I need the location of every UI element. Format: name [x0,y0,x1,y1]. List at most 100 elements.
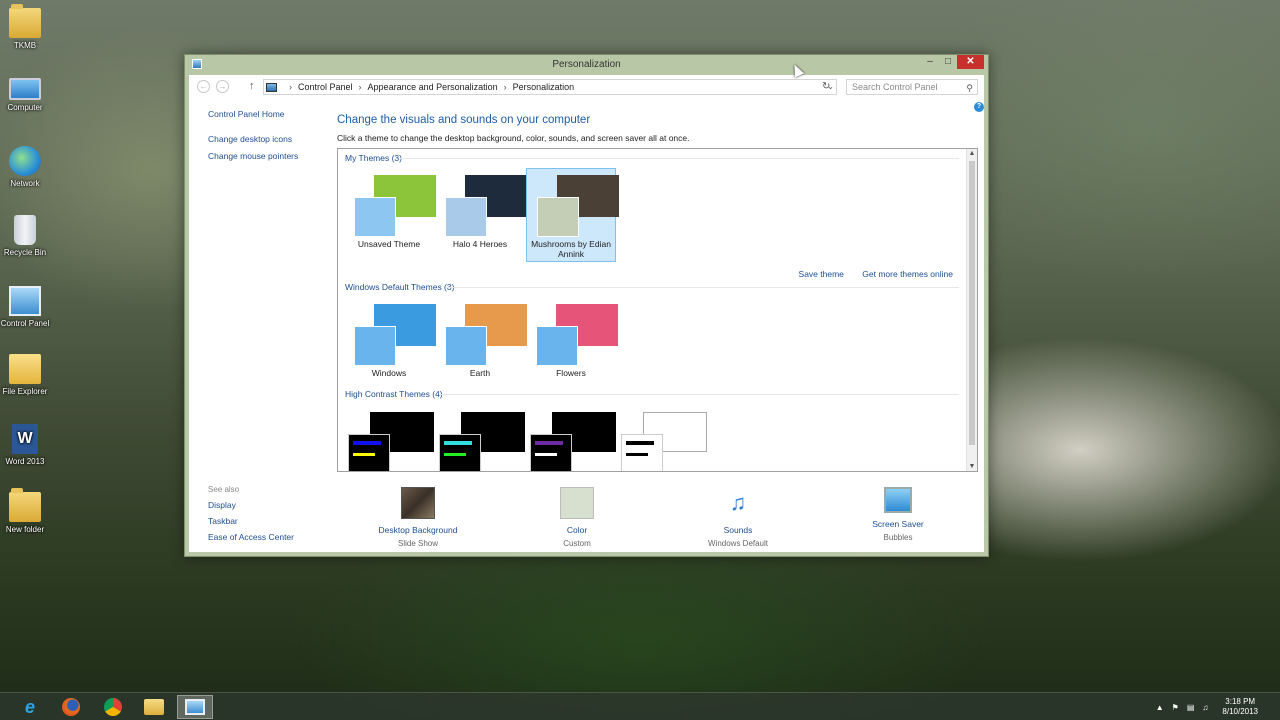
sounds-value: Windows Default [707,539,769,548]
breadcrumb-personalization[interactable]: Personalization [513,82,575,92]
address-bar[interactable]: › Control Panel › Appearance and Persona… [263,79,837,95]
maximize-button[interactable]: □ [937,55,959,69]
theme-high-contrast-2[interactable] [439,412,525,471]
link-display[interactable]: Display [208,500,294,510]
color-setting[interactable]: Color Custom [497,487,657,548]
window-content: ← → ↑ › Control Panel › Appearance and P… [189,75,984,552]
help-icon[interactable]: ? [974,102,984,112]
desktop-icon-tkmb[interactable]: TKMB [0,4,50,50]
folder-icon [9,4,41,38]
left-pane: Control Panel Home Change desktop icons … [208,109,338,161]
breadcrumb-appearance[interactable]: Appearance and Personalization [368,82,498,92]
screen-saver-setting[interactable]: Screen Saver Bubbles [818,487,978,542]
theme-earth[interactable]: Earth [435,298,527,392]
chevron-right-icon: › [289,82,292,92]
file-explorer-glyph [144,699,164,715]
theme-thumbnail [536,304,618,366]
title-bar-preview [444,441,472,445]
file-explorer-icon [9,354,41,384]
theme-flowers[interactable]: Flowers [526,298,618,392]
screen-saver-value: Bubbles [883,533,913,542]
theme-mushrooms[interactable]: Mushrooms by Edian Annink [526,168,619,262]
text-preview [535,453,557,456]
desktop-icon-word[interactable]: W Word 2013 [0,424,50,466]
control-panel-icon[interactable] [177,695,213,719]
section-default-themes: Windows Default Themes (3) [345,282,455,292]
theme-halo-4-heroes[interactable]: Halo 4 Heroes [435,169,527,263]
theme-links: Save theme Get more themes online [783,269,953,279]
section-my-themes: My Themes (3) [345,153,402,163]
desktop-icon-recycle-bin[interactable]: Recycle Bin [0,215,50,257]
show-hidden-icons-icon[interactable]: ▲ [1156,703,1164,712]
desktop-icon-control-panel[interactable]: Control Panel [0,286,50,328]
scroll-up-icon[interactable]: ▲ [967,150,977,157]
scroll-down-icon[interactable]: ▼ [967,463,977,470]
volume-icon[interactable]: ♫ [1202,703,1208,712]
sounds-setting[interactable]: ♫ Sounds Windows Default [658,487,818,548]
firefox-icon[interactable] [53,695,89,719]
network-icon[interactable]: ▤ [1187,703,1195,712]
desktop-background-label[interactable]: Desktop Background [338,525,498,535]
section-high-contrast: High Contrast Themes (4) [345,389,443,399]
search-icon[interactable]: ⚲ [966,81,973,95]
link-control-panel-home[interactable]: Control Panel Home [208,109,338,119]
search-input[interactable]: Search Control Panel ⚲ [846,79,978,95]
theme-color-preview [537,197,579,237]
up-button[interactable]: ↑ [249,80,255,92]
folder-icon [9,488,41,522]
theme-thumbnail [354,175,436,237]
theme-high-contrast-white[interactable] [621,412,707,471]
firefox-glyph [62,698,80,716]
theme-unsaved[interactable]: Unsaved Theme [344,169,436,263]
link-change-mouse-pointers[interactable]: Change mouse pointers [208,151,338,161]
desktop-icon-computer[interactable]: Computer [0,78,50,112]
theme-high-contrast-1[interactable] [348,412,434,471]
desktop-background-setting[interactable]: Desktop Background Slide Show [338,487,498,548]
link-taskbar[interactable]: Taskbar [208,516,294,526]
personalization-window: Personalization – □ ✕ ← → ↑ › Control Pa… [184,54,989,557]
save-theme-link[interactable]: Save theme [799,269,844,279]
scrollbar-thumb[interactable] [969,161,975,445]
file-explorer-icon[interactable] [136,695,172,719]
breadcrumb-control-panel[interactable]: Control Panel [298,82,353,92]
internet-explorer-icon[interactable]: e [12,695,48,719]
refresh-icon[interactable]: ↻ [822,81,830,92]
theme-label: Earth [469,368,491,378]
back-button[interactable]: ← [197,80,210,93]
desktop-icon-label: Computer [7,103,43,112]
themes-scrollbar[interactable]: ▲ ▼ [966,149,977,471]
clock-date: 8/10/2013 [1222,707,1258,716]
theme-high-contrast-black[interactable] [530,412,616,471]
desktop-icon-label: Network [10,179,40,188]
screen-saver-label[interactable]: Screen Saver [818,519,978,529]
color-value: Custom [563,539,591,548]
forward-button[interactable]: → [216,80,229,93]
divider [400,158,959,159]
color-icon [560,487,594,519]
chrome-icon[interactable] [95,695,131,719]
title-bar-preview [535,441,563,445]
desktop-icon-network[interactable]: Network [0,146,50,188]
title-bar[interactable]: Personalization – □ ✕ [185,55,988,75]
taskbar: e ▲ ⚑ ▤ ♫ 3:18 PM 8/10/2013 [0,692,1280,720]
link-change-desktop-icons[interactable]: Change desktop icons [208,134,338,144]
desktop-icon-file-explorer[interactable]: File Explorer [0,354,50,396]
get-more-themes-link[interactable]: Get more themes online [862,269,953,279]
control-panel-glyph [185,699,205,715]
clock-time: 3:18 PM [1225,697,1256,706]
see-also-header: See also [208,485,240,494]
control-panel-icon [9,286,41,316]
computer-icon [9,78,41,100]
theme-color-preview [530,434,572,471]
flag-icon[interactable]: ⚑ [1172,703,1179,712]
desktop-icon-label: New folder [5,525,45,534]
desktop-icon-new-folder[interactable]: New folder [0,488,50,534]
theme-thumbnail [445,175,527,237]
theme-label: Halo 4 Heroes [452,239,508,249]
color-label[interactable]: Color [497,525,657,535]
close-button[interactable]: ✕ [957,55,984,69]
sounds-label[interactable]: Sounds [658,525,818,535]
theme-windows[interactable]: Windows [344,298,436,392]
clock[interactable]: 3:18 PM 8/10/2013 [1222,697,1258,717]
link-ease-of-access[interactable]: Ease of Access Center [208,532,294,542]
